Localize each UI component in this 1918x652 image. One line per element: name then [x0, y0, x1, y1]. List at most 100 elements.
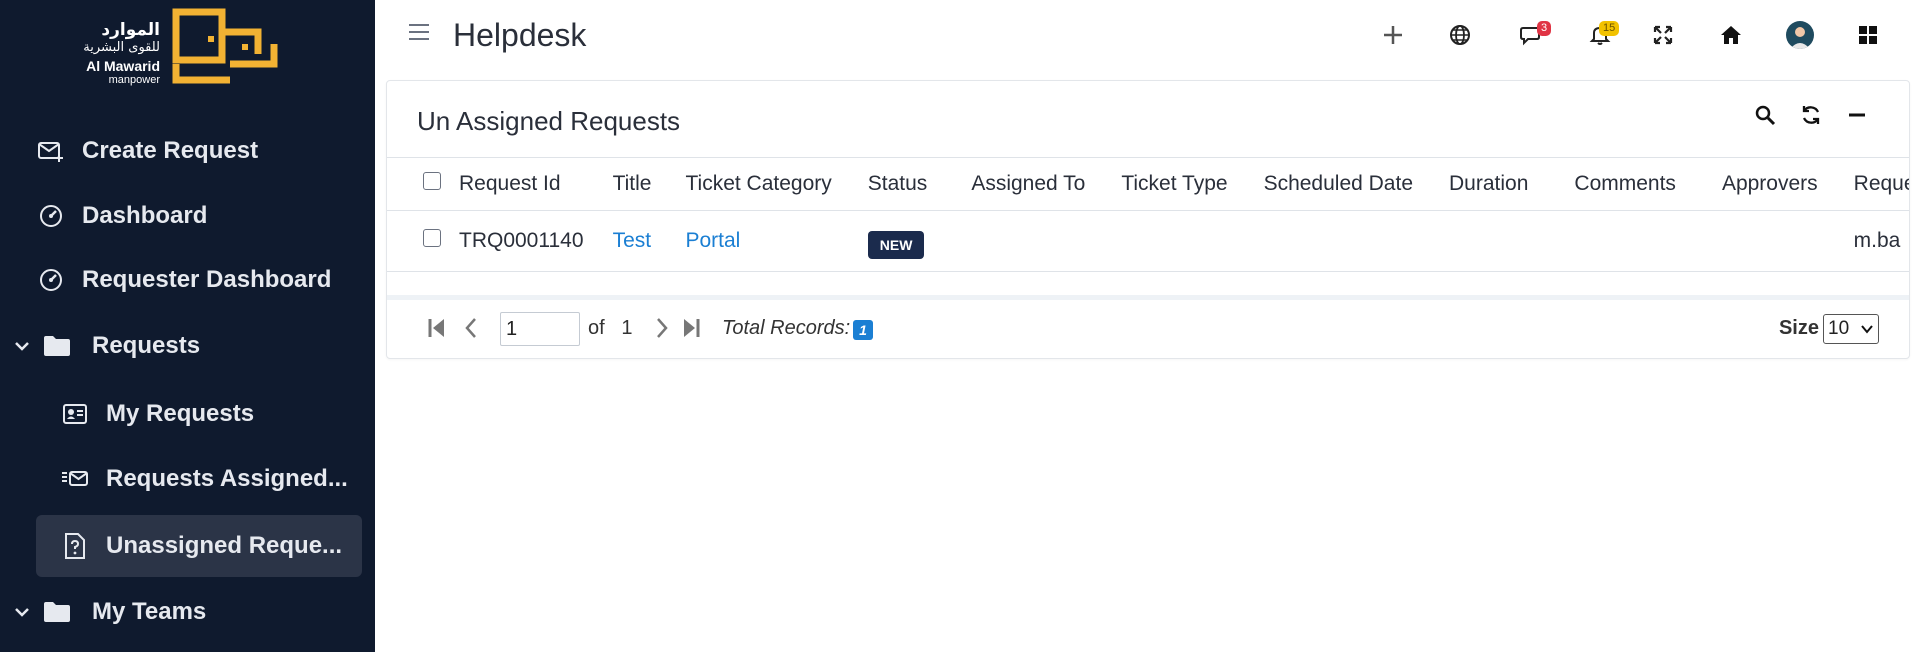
row-select-cell — [387, 210, 459, 272]
logo-english-subtitle: manpower — [108, 74, 160, 86]
logo-arabic-subtitle: للقوى البشرية — [83, 40, 160, 55]
refresh-icon[interactable] — [1799, 103, 1823, 127]
ticket-category-link[interactable]: Portal — [685, 210, 868, 272]
apps-grid-icon[interactable] — [1853, 20, 1883, 50]
assigned-to-cell — [971, 210, 1122, 272]
folder-icon — [42, 597, 72, 627]
column-header[interactable]: Request Id — [459, 158, 613, 211]
total-records-label: Total Records: — [722, 317, 851, 339]
row-checkbox[interactable] — [423, 229, 441, 247]
logo-mark-icon — [172, 8, 278, 84]
sidebar-item-label: Requests Assigned... — [106, 465, 348, 492]
hamburger-menu-icon[interactable] — [409, 24, 429, 45]
requester-cell: m.ba — [1853, 210, 1909, 272]
status-badge: NEW — [867, 231, 925, 259]
approvers-cell — [1721, 210, 1854, 272]
sidebar-item-requester-dashboard[interactable]: Requester Dashboard — [36, 249, 362, 311]
logo-arabic-name: الموارد — [101, 20, 160, 40]
column-header[interactable]: Ticket Type — [1121, 158, 1264, 211]
page-size-label: Size — [1778, 317, 1819, 339]
panel-toolbar — [1753, 103, 1869, 127]
column-header[interactable]: Title — [612, 158, 686, 211]
total-records-badge: 1 — [853, 320, 873, 340]
mail-plus-icon — [36, 136, 66, 166]
notification-count-badge: 15 — [1599, 21, 1620, 36]
pager-divider — [387, 295, 1909, 300]
of-label: of — [588, 317, 605, 339]
globe-icon[interactable] — [1445, 20, 1475, 50]
sidebar-item-create-request[interactable]: Create Request — [36, 120, 362, 182]
column-header[interactable]: Status — [867, 158, 972, 211]
sidebar-item-label: My Teams — [92, 598, 207, 625]
pagination-bar: of 1 Total Records: 1 Size 10 — [387, 302, 1909, 358]
page-of-text: of 1 — [588, 317, 632, 340]
request-id-cell: TRQ0001140 — [459, 210, 613, 272]
page-title: Helpdesk — [453, 17, 587, 53]
sidebar-item-label: Requests — [92, 332, 201, 359]
last-page-icon[interactable] — [679, 316, 703, 340]
sidebar-item-label: Dashboard — [82, 202, 208, 229]
sidebar-item-label: Requester Dashboard — [82, 266, 332, 293]
next-page-icon[interactable] — [650, 316, 674, 340]
notification-bell-icon[interactable]: 15 — [1585, 20, 1620, 50]
requests-table: Request Id Title Ticket Category Status … — [387, 158, 1909, 272]
requests-table-container: Request Id Title Ticket Category Status … — [387, 157, 1909, 274]
column-header[interactable]: Comments — [1574, 158, 1722, 211]
total-pages: 1 — [621, 317, 633, 339]
top-bar: Helpdesk 3 15 — [375, 0, 1918, 72]
minimize-icon[interactable] — [1845, 103, 1869, 127]
chevron-down-icon — [14, 340, 32, 352]
sidebar-item-label: Unassigned Reque... — [106, 532, 343, 559]
column-header[interactable]: Requester — [1853, 158, 1909, 211]
sidebar-item-unassigned-requests[interactable]: Unassigned Reque... — [36, 515, 362, 577]
page-number-input[interactable] — [500, 312, 580, 346]
mail-list-icon — [60, 464, 90, 494]
user-avatar[interactable] — [1785, 20, 1815, 50]
logo-english-name: Al Mawarid — [86, 58, 160, 74]
sidebar-item-requests-assigned[interactable]: Requests Assigned... — [60, 448, 362, 510]
gauge-icon — [36, 265, 66, 295]
panel-title: Un Assigned Requests — [417, 106, 681, 136]
column-header[interactable]: Approvers — [1721, 158, 1854, 211]
id-card-icon — [60, 399, 90, 429]
table-row[interactable]: TRQ0001140 Test Portal NEW m.ba — [387, 210, 1909, 272]
fullscreen-icon[interactable] — [1648, 20, 1678, 50]
comments-cell — [1574, 210, 1722, 272]
title-link[interactable]: Test — [612, 210, 686, 272]
column-header[interactable]: Assigned To — [971, 158, 1122, 211]
unassigned-requests-panel: Un Assigned Requests Request Id Title Ti… — [386, 80, 1910, 359]
sidebar-item-label: My Requests — [106, 400, 255, 427]
column-header[interactable]: Scheduled Date — [1263, 158, 1450, 211]
page-size-value: 10 — [1828, 318, 1850, 339]
chevron-down-icon — [14, 606, 32, 618]
sidebar-item-dashboard[interactable]: Dashboard — [36, 185, 362, 247]
company-logo[interactable]: الموارد للقوى البشرية Al Mawarid manpowe… — [78, 8, 288, 88]
chevron-down-icon — [1861, 315, 1873, 352]
select-all-cell — [387, 158, 459, 211]
sidebar: الموارد للقوى البشرية Al Mawarid manpowe… — [0, 0, 375, 652]
home-icon[interactable] — [1716, 20, 1746, 50]
column-header[interactable]: Ticket Category — [685, 158, 868, 211]
gauge-icon — [36, 201, 66, 231]
folder-icon — [42, 331, 72, 361]
add-icon[interactable] — [1378, 20, 1408, 50]
select-all-checkbox[interactable] — [423, 172, 441, 190]
scheduled-date-cell — [1263, 210, 1450, 272]
sidebar-item-my-requests[interactable]: My Requests — [60, 383, 362, 445]
sidebar-item-label: Create Request — [82, 137, 259, 164]
column-header[interactable]: Duration — [1449, 158, 1575, 211]
search-icon[interactable] — [1753, 103, 1777, 127]
ticket-type-cell — [1121, 210, 1264, 272]
previous-page-icon[interactable] — [459, 316, 483, 340]
avatar — [1786, 21, 1814, 49]
page-size-select[interactable]: 10 — [1823, 314, 1879, 344]
first-page-icon[interactable] — [425, 316, 449, 340]
sidebar-group-requests[interactable]: Requests — [14, 315, 340, 377]
status-cell: NEW — [867, 210, 972, 272]
file-question-icon — [60, 531, 90, 561]
sidebar-group-my-teams[interactable]: My Teams — [14, 581, 340, 643]
chat-count-badge: 3 — [1537, 21, 1552, 36]
duration-cell — [1449, 210, 1575, 272]
chat-icon[interactable]: 3 — [1517, 20, 1552, 50]
table-header-row: Request Id Title Ticket Category Status … — [387, 158, 1909, 211]
